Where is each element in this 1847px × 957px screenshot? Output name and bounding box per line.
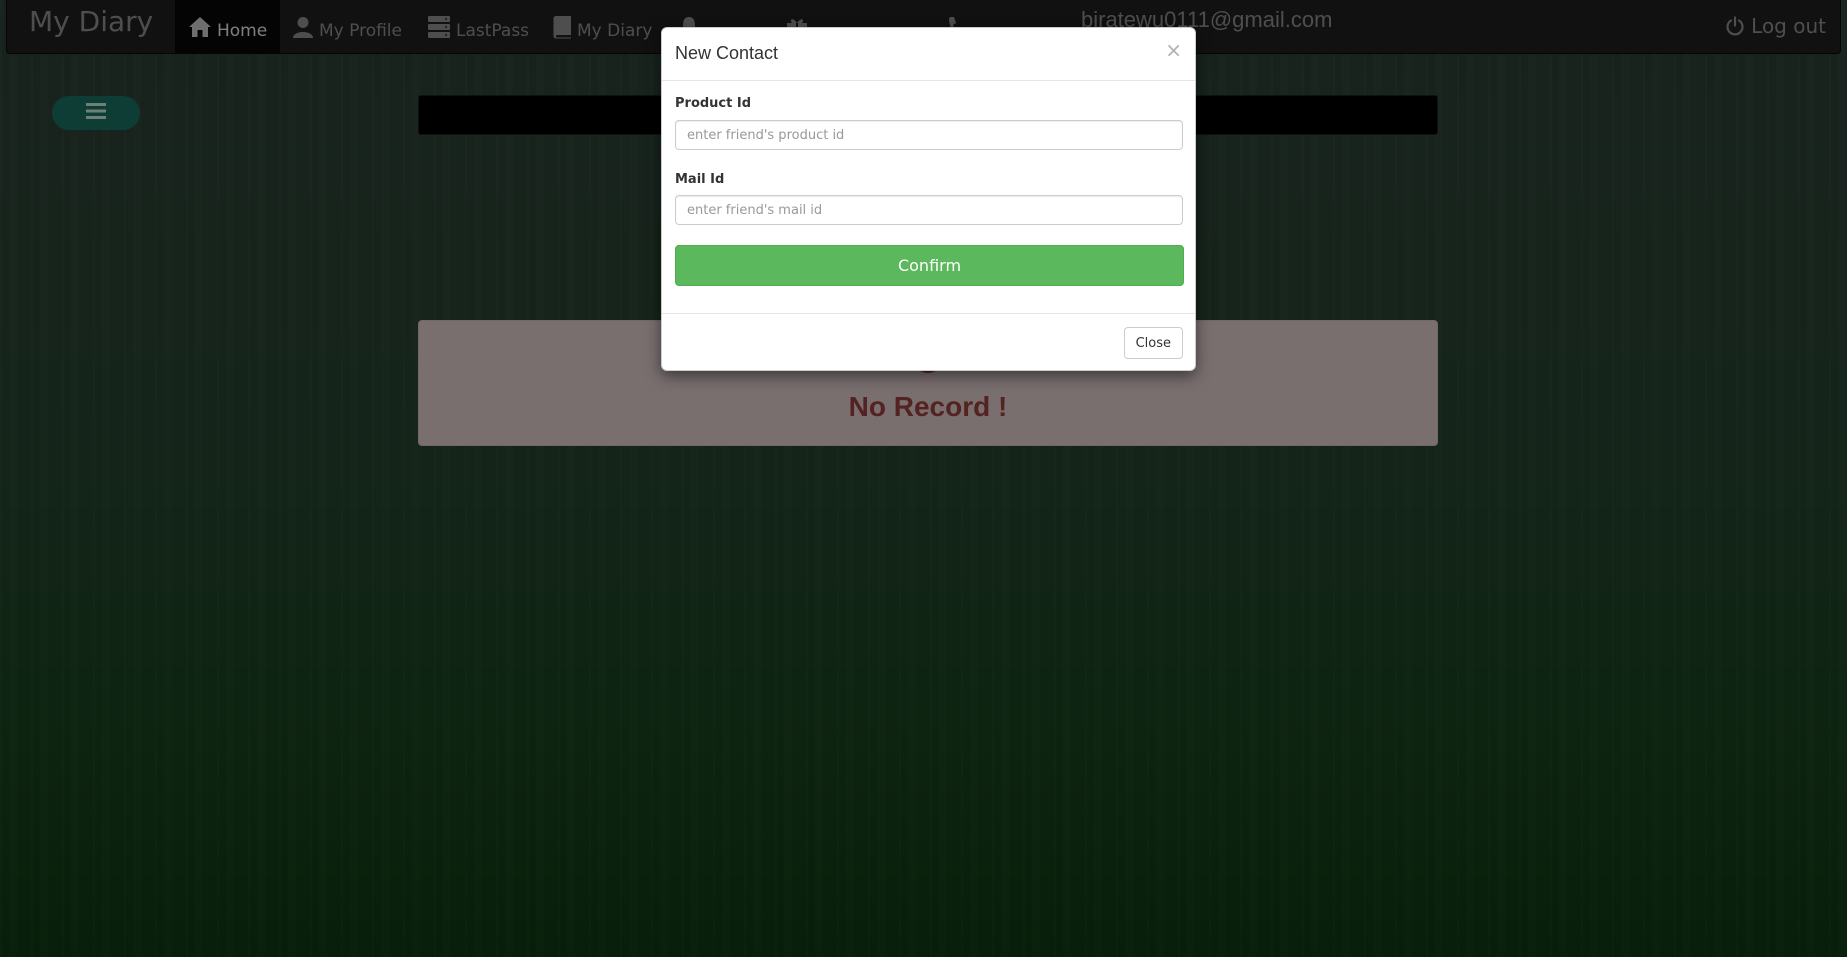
mail-id-label: Mail Id <box>675 172 725 187</box>
new-contact-modal: New Contact × Product Id Mail Id Confirm… <box>661 27 1196 371</box>
confirm-button[interactable]: Confirm <box>675 245 1184 286</box>
product-id-label: Product Id <box>675 96 752 111</box>
modal-footer: Close <box>662 313 1195 372</box>
mail-id-input[interactable] <box>675 195 1183 225</box>
modal-title: New Contact <box>675 43 779 63</box>
close-button[interactable]: Close <box>1123 327 1183 359</box>
close-icon[interactable]: × <box>1165 38 1182 62</box>
product-id-input[interactable] <box>675 120 1183 150</box>
modal-header: New Contact × <box>662 28 1195 81</box>
